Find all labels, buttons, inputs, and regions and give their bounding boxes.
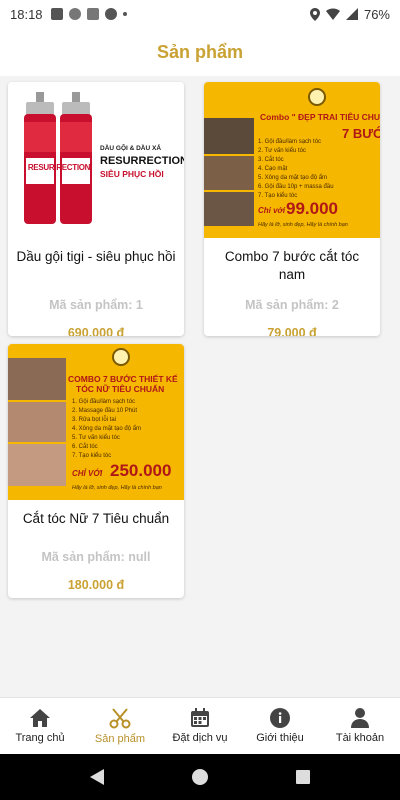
status-bar: 18:18 76% [0,0,400,28]
promo-price-prefix: CHỈ VỚI [72,469,103,478]
promo-photo [204,118,254,154]
bottom-navigation: Trang chủ Sản phẩm Đặt dịch vụ Giới thiệ… [0,697,400,754]
promo-photo [204,192,254,226]
nav-label: Tài khoản [335,732,385,744]
product-code: Mã sản phẩm: 2 [245,298,339,312]
promo-heading: TÓC NỮ TIÊU CHUẨN [76,384,165,394]
home-button-icon[interactable] [192,769,208,785]
product-image: RESUR RECTION DẦU GỘI & DẦU XẢ RESURRECT… [8,82,184,238]
product-card[interactable]: Combo " ĐẸP TRAI TIÊU CHUẨ 7 BƯỚ 1. Gội … [204,82,380,336]
product-price: 690.000 đ [67,326,125,336]
product-card[interactable]: COMBO 7 BƯỚC THIẾT KẾ TÓC NỮ TIÊU CHUẨN … [8,344,184,598]
product-code: Mã sản phẩm: 1 [49,298,143,312]
product-price: 79.000 đ [267,326,317,336]
nav-label: Giới thiệu [256,732,304,744]
promo-photo [8,444,66,486]
product-code: Mã sản phẩm: null [41,550,151,564]
promo-steps-label: 7 BƯỚ [342,126,380,141]
wifi-icon [325,8,340,20]
product-title: Dầu gội tigi - siêu phục hồi [16,249,176,264]
app-notification-icon [50,8,63,20]
product-image: Combo " ĐẸP TRAI TIÊU CHUẨ 7 BƯỚ 1. Gội … [204,82,380,238]
nav-item-account[interactable]: Tài khoản [320,698,400,754]
promo-logo-icon [112,348,130,366]
promo-price: 250.000 [110,461,172,480]
nav-label: Đặt dịch vụ [172,732,228,744]
promo-price: 99.000 [286,199,338,218]
promo-step: 1. Gội đầu/làm sạch tóc [72,399,136,405]
image-tagline: SIÊU PHỤC HỒI [100,169,164,179]
user-icon [351,708,369,728]
promo-photo [204,156,254,190]
promo-step: 4. Cạo mặt [258,166,288,172]
bottle-label: RESUR RECTION [27,163,91,172]
promo-step: 6. Cắt tóc [72,444,98,450]
promo-logo-icon [308,88,326,106]
page-title: Sản phẩm [156,41,244,62]
product-card[interactable]: RESUR RECTION DẦU GỘI & DẦU XẢ RESURRECT… [8,82,184,336]
circle-notification-icon [68,8,81,20]
promo-step: 5. Xông da mặt tạo độ ẩm [258,175,328,181]
info-icon [270,708,290,728]
image-brand: RESURRECTION™ [100,155,184,167]
recents-icon[interactable] [296,770,310,784]
location-icon [309,7,320,21]
promo-step: 3. Rửa bọt lỗi tai [72,417,117,423]
promo-slogan: Hãy là lỡ, sinh đẹp, Hãy là chính bạn [72,485,162,491]
system-navigation-bar [0,754,400,800]
product-title: Combo 7 bước cắt tóc nam [224,249,360,282]
promo-price-prefix: Chỉ với [258,206,286,215]
promo-photo [8,358,66,400]
product-image: COMBO 7 BƯỚC THIẾT KẾ TÓC NỮ TIÊU CHUẨN … [8,344,184,500]
nav-label: Trang chủ [15,732,65,744]
status-time: 18:18 [10,6,43,22]
nav-item-home[interactable]: Trang chủ [0,698,80,754]
nav-label: Sản phẩm [94,733,146,745]
shop-notification-icon [86,8,99,20]
home-icon [30,709,50,727]
promo-step: 2. Tư vấn kiểu tóc [258,148,306,154]
promo-step: 4. Xông da mặt tạo độ ẩm [72,426,142,432]
promo-heading: Combo " ĐẸP TRAI TIÊU CHUẨ [260,112,380,122]
nav-item-products[interactable]: Sản phẩm [80,698,160,754]
promo-heading: COMBO 7 BƯỚC THIẾT KẾ [68,374,178,384]
image-subtitle: DẦU GỘI & DẦU XẢ [100,145,162,152]
back-icon[interactable] [90,769,104,785]
nav-item-about[interactable]: Giới thiệu [240,698,320,754]
battery-percent: 76% [363,6,390,22]
app-header: Sản phẩm [0,28,400,76]
promo-steps: 1. Gội đầu/làm sạch tóc 2. Tư vấn kiểu t… [258,138,334,201]
more-notifications-icon [122,12,127,16]
product-title: Cắt tóc Nữ 7 Tiêu chuẩn [22,511,170,526]
promo-step: 5. Tư vấn kiểu tóc [72,435,120,441]
status-right: 76% [309,6,390,22]
promo-step: 1. Gội đầu/làm sạch tóc [258,139,322,145]
promo-slogan: Hãy là lỡ, sinh đẹp, Hãy là chính bạn [258,222,348,228]
scissors-icon [109,708,131,729]
signal-icon [345,8,358,20]
promo-step: 2. Massage đầu 10 Phút [72,408,138,414]
promo-steps: 1. Gội đầu/làm sạch tóc 2. Massage đầu 1… [72,398,141,461]
notification-icons [50,8,127,20]
calendar-icon [191,708,209,727]
facebook-icon [104,8,117,20]
promo-step: 3. Cắt tóc [258,157,284,163]
promo-step: 7. Tạo kiểu tóc [72,453,112,459]
nav-item-booking[interactable]: Đặt dịch vụ [160,698,240,754]
promo-photo [8,402,66,442]
product-price: 180.000 đ [67,578,125,592]
promo-step: 6. Gội đầu 10p + massa đầu [258,184,334,190]
